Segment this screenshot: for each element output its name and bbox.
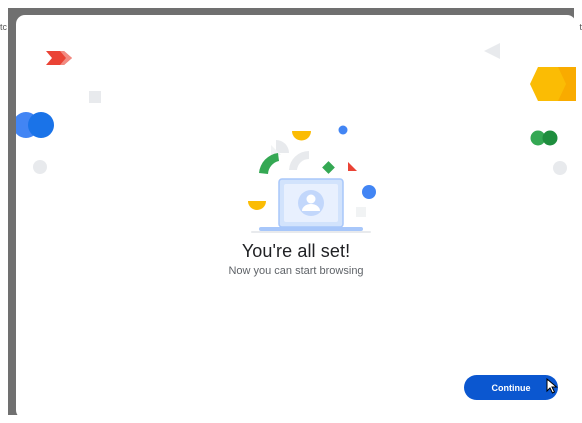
setup-complete-dialog: You're all set! Now you can start browsi…	[16, 15, 576, 419]
grey-dot-decoration-right	[553, 161, 567, 175]
backdrop-edge-glyph-left: tc	[0, 22, 8, 32]
green-circles-decoration	[530, 130, 558, 146]
grey-square-decoration	[89, 91, 101, 103]
grey-triangle-decoration	[484, 43, 500, 59]
person-icon	[298, 190, 324, 216]
laptop-illustration	[248, 125, 376, 233]
blue-circles-decoration	[16, 112, 54, 138]
dialog-title: You're all set!	[241, 241, 351, 261]
continue-button[interactable]: Continue	[464, 375, 558, 400]
dialog-subtitle: Now you can start browsing	[228, 265, 364, 277]
red-chevron-decoration	[46, 51, 72, 65]
yellow-hexagon-decoration	[530, 67, 576, 101]
grey-dot-decoration-left	[33, 160, 47, 174]
mouse-pointer-icon	[546, 378, 558, 394]
